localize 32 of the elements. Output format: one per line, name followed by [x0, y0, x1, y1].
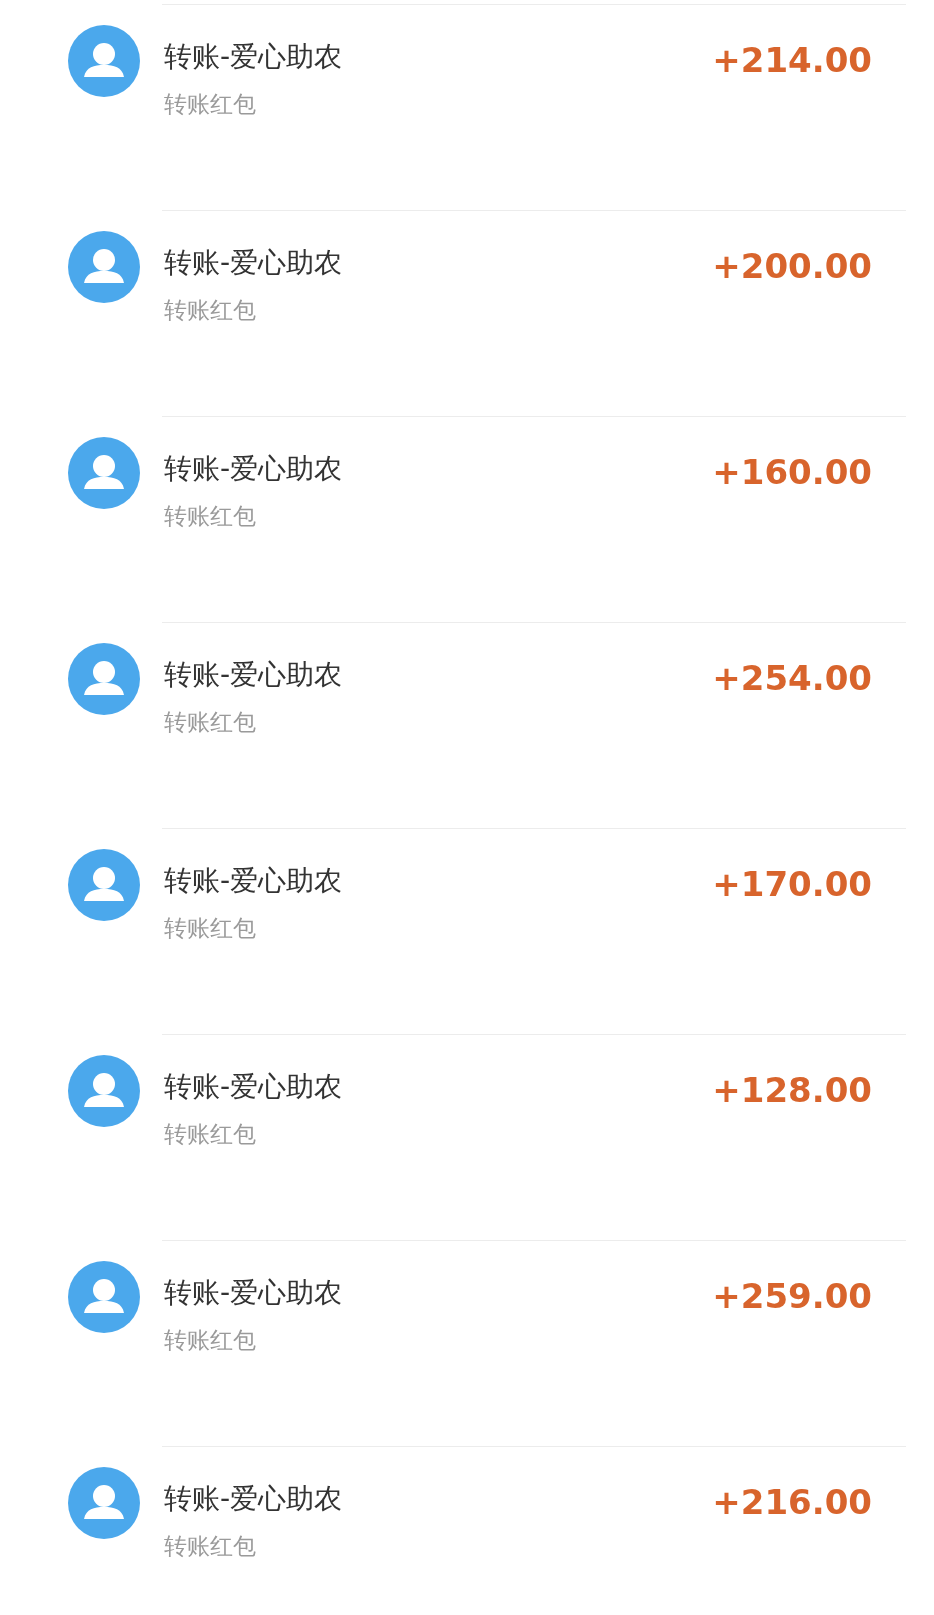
avatar-icon: [68, 849, 140, 921]
transaction-subtitle: 转账红包: [164, 708, 257, 737]
transaction-amount: +216.00: [712, 1482, 872, 1522]
transaction-title: 转账-爱心助农: [164, 1275, 344, 1311]
transaction-title: 转账-爱心助农: [164, 1069, 344, 1105]
transaction-subtitle: 转账红包: [164, 90, 257, 119]
transaction-title: 转账-爱心助农: [164, 863, 344, 899]
avatar-icon: [68, 1467, 140, 1539]
transaction-amount: +170.00: [712, 864, 872, 904]
transaction-amount: +259.00: [712, 1276, 872, 1316]
transaction-subtitle: 转账红包: [164, 914, 257, 943]
transaction-amount: +254.00: [712, 658, 872, 698]
avatar-icon: [68, 643, 140, 715]
avatar-icon: [68, 1261, 140, 1333]
transaction-amount: +214.00: [712, 40, 872, 80]
transaction-title: 转账-爱心助农: [164, 451, 344, 487]
avatar-icon: [68, 437, 140, 509]
transaction-subtitle: 转账红包: [164, 1120, 257, 1149]
transaction-subtitle: 转账红包: [164, 502, 257, 531]
transaction-title: 转账-爱心助农: [164, 1481, 344, 1517]
transaction-title: 转账-爱心助农: [164, 39, 344, 75]
avatar-icon: [68, 1055, 140, 1127]
avatar-icon: [68, 25, 140, 97]
transaction-subtitle: 转账红包: [164, 1326, 257, 1355]
transaction-subtitle: 转账红包: [164, 296, 257, 325]
transaction-amount: +200.00: [712, 246, 872, 286]
transaction-subtitle: 转账红包: [164, 1532, 257, 1561]
transaction-amount: +128.00: [712, 1070, 872, 1110]
transaction-amount: +160.00: [712, 452, 872, 492]
avatar-icon: [68, 231, 140, 303]
transaction-title: 转账-爱心助农: [164, 657, 344, 693]
transaction-title: 转账-爱心助农: [164, 245, 344, 281]
